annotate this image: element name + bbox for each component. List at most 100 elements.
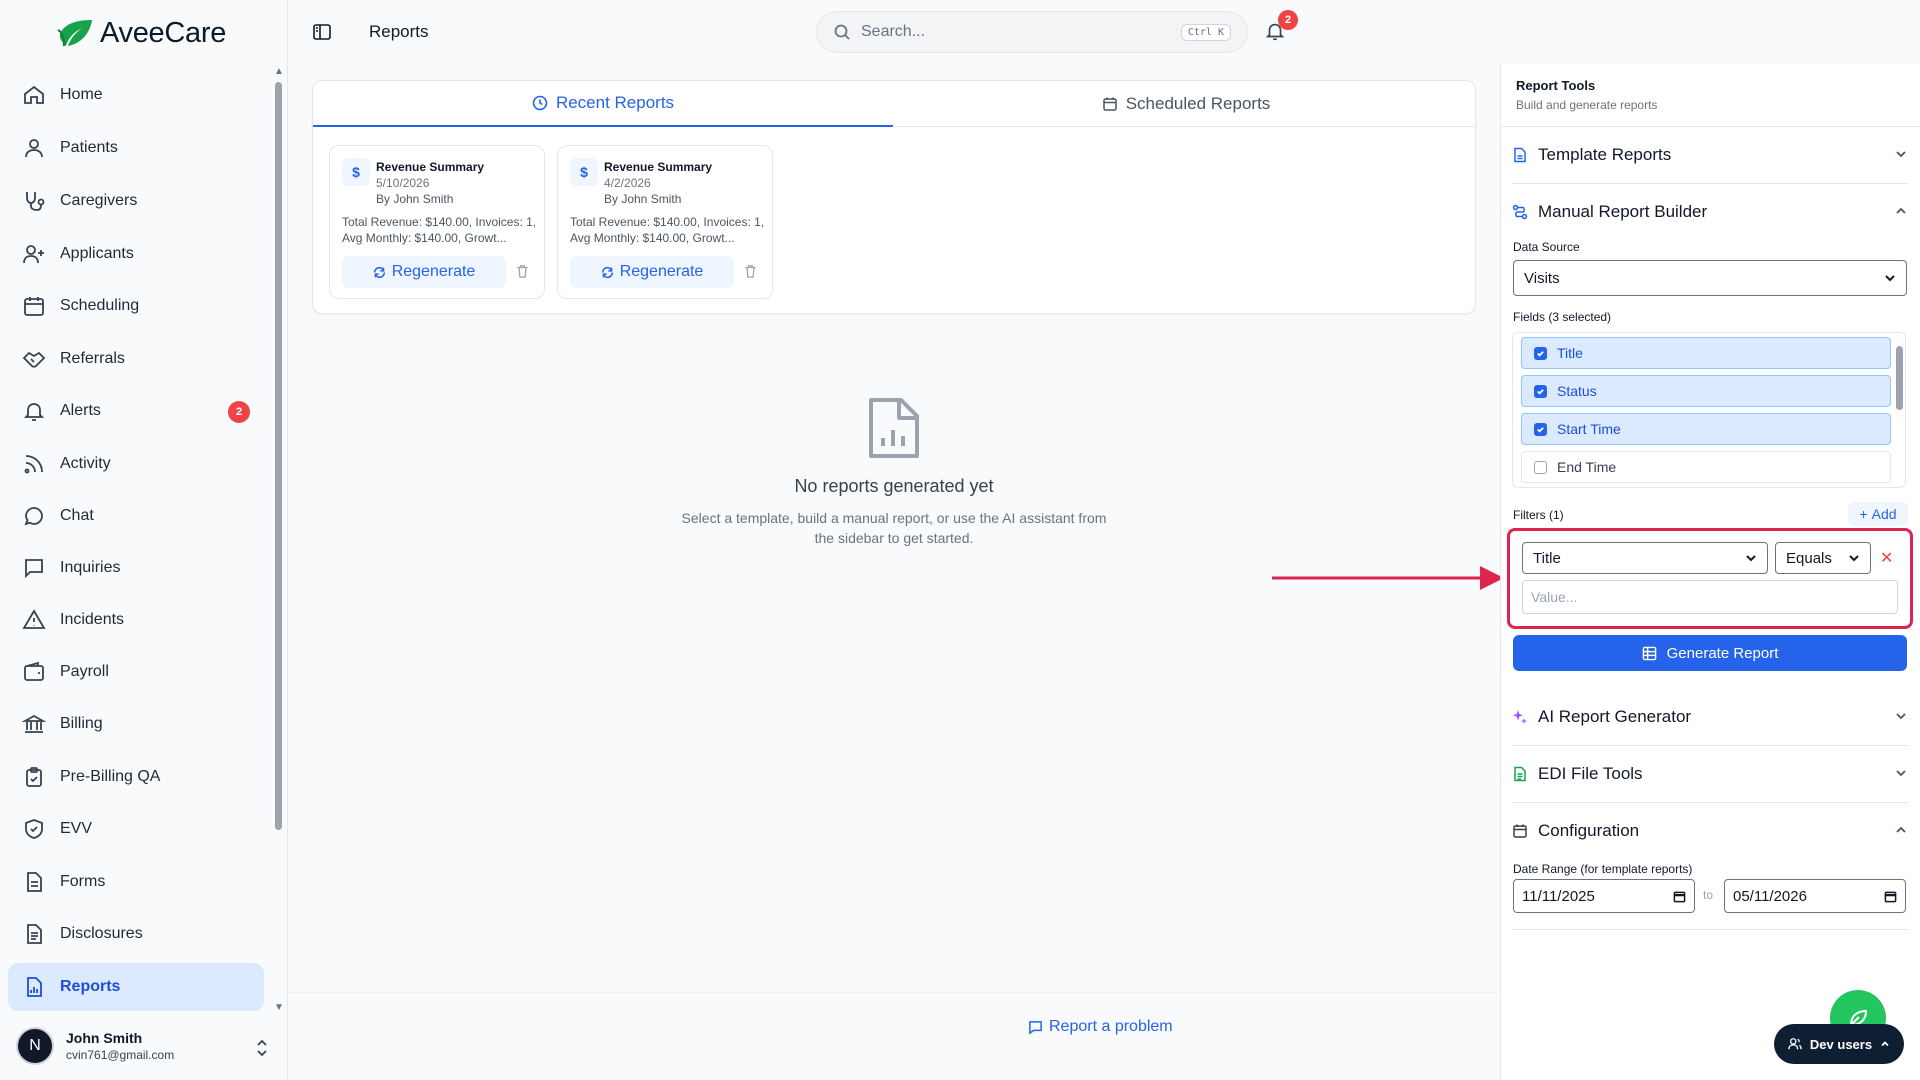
checkbox-checked-icon[interactable]: [1534, 422, 1547, 436]
shield-check-icon: [25, 819, 43, 839]
sidebar-item-pre-billing-qa[interactable]: Pre-Billing QA: [8, 753, 264, 801]
checkbox-checked-icon[interactable]: [1534, 384, 1547, 398]
sidebar-item-incidents[interactable]: Incidents: [8, 596, 264, 644]
sidebar-item-label: Payroll: [60, 663, 109, 680]
section-configuration[interactable]: Configuration: [1512, 811, 1908, 851]
calendar-icon: [24, 297, 44, 316]
field-option-label: End Time: [1557, 459, 1617, 475]
regenerate-button[interactable]: Regenerate: [570, 256, 734, 288]
sidebar-item-activity[interactable]: Activity: [8, 440, 264, 488]
calendar-picker-icon[interactable]: [1884, 890, 1897, 903]
date-range-to: to: [1703, 888, 1714, 902]
sidebar-item-billing[interactable]: Billing: [8, 700, 264, 748]
sidebar-item-label: Billing: [60, 715, 103, 732]
clock-icon: [532, 95, 548, 111]
add-filter-button[interactable]: + Add: [1848, 502, 1908, 526]
sidebar-item-label: Home: [60, 86, 103, 103]
generate-report-label: Generate Report: [1666, 644, 1779, 662]
sidebar-item-scheduling[interactable]: Scheduling: [8, 282, 264, 330]
brand-name: AveeCare: [100, 16, 227, 49]
remove-filter-icon[interactable]: ✕: [1880, 548, 1893, 568]
dev-users-button[interactable]: Dev users: [1774, 1024, 1904, 1064]
sidebar-toggle-icon[interactable]: [312, 22, 332, 42]
report-author: By John Smith: [376, 192, 454, 206]
report-summary: Total Revenue: $140.00, Invoices: 1, Avg…: [342, 215, 537, 245]
sidebar-item-evv[interactable]: EVV: [8, 805, 264, 853]
filter-value-input[interactable]: [1522, 580, 1898, 614]
sidebar-scrollbar-thumb[interactable]: [275, 82, 282, 830]
home-icon: [24, 85, 44, 104]
dev-users-label: Dev users: [1809, 1036, 1873, 1052]
refresh-icon: [373, 266, 385, 278]
users-icon: [1788, 1038, 1802, 1050]
section-edi-file-tools[interactable]: EDI File Tools: [1512, 754, 1908, 794]
empty-state-description: Select a template, build a manual report…: [681, 510, 1107, 546]
sidebar-item-label: Alerts: [60, 402, 101, 419]
regenerate-button[interactable]: Regenerate: [342, 256, 506, 288]
trash-icon[interactable]: [516, 264, 529, 278]
sidebar-item-inquiries[interactable]: Inquiries: [8, 544, 264, 592]
sidebar-item-disclosures[interactable]: Disclosures: [8, 910, 264, 958]
sidebar-item-alerts[interactable]: Alerts 2: [8, 387, 264, 435]
section-template-reports[interactable]: Template Reports: [1512, 135, 1908, 175]
field-option-status[interactable]: Status: [1521, 375, 1891, 407]
sidebar-item-payroll[interactable]: Payroll: [8, 648, 264, 696]
date-from-input[interactable]: 11/11/2025: [1513, 879, 1695, 913]
trash-icon[interactable]: [744, 264, 757, 278]
tab-label: Recent Reports: [555, 93, 675, 112]
sidebar-item-forms[interactable]: Forms: [8, 858, 264, 906]
search-placeholder: Search...: [861, 23, 926, 40]
field-option-label: Title: [1557, 345, 1583, 361]
alerts-count-badge: 2: [228, 401, 250, 423]
chevron-down-icon: [1885, 275, 1895, 282]
dollar-icon: $: [570, 158, 598, 186]
tab-scheduled-reports[interactable]: Scheduled Reports: [895, 81, 1477, 127]
message-flag-icon: [1029, 1020, 1042, 1035]
filter-field-select[interactable]: Title: [1522, 542, 1768, 574]
filter-operator-select[interactable]: Equals: [1775, 542, 1871, 574]
sidebar-item-home[interactable]: Home: [8, 71, 264, 119]
fields-scrollbar-thumb[interactable]: [1896, 346, 1903, 410]
sidebar-item-caregivers[interactable]: Caregivers: [8, 177, 264, 225]
chevron-down-icon: [1746, 555, 1756, 562]
chevron-up-icon: [1896, 207, 1906, 214]
chevron-up-icon: [1881, 1041, 1889, 1047]
sidebar-item-chat[interactable]: Chat: [8, 492, 264, 540]
divider: [1500, 126, 1920, 127]
generate-report-button[interactable]: Generate Report: [1513, 635, 1907, 671]
sparkles-icon: [1513, 710, 1527, 724]
field-option-start-time[interactable]: Start Time: [1521, 413, 1891, 445]
scroll-down-arrow-icon[interactable]: ▼: [274, 1002, 284, 1013]
field-option-end-time[interactable]: End Time: [1521, 451, 1891, 483]
scroll-up-arrow-icon[interactable]: ▲: [274, 66, 284, 77]
sidebar-item-label: EVV: [60, 820, 93, 837]
section-label: EDI File Tools: [1538, 764, 1643, 783]
chevron-up-down-icon[interactable]: [254, 1038, 270, 1058]
checkbox-checked-icon[interactable]: [1534, 346, 1547, 360]
chevron-down-icon: [1849, 555, 1859, 562]
calendar-picker-icon[interactable]: [1673, 890, 1686, 903]
app-logo[interactable]: AveeCare: [56, 14, 226, 52]
chat-bubble-icon: [24, 507, 43, 526]
sidebar-item-label: Referrals: [60, 350, 125, 367]
search-input[interactable]: Search... Ctrl K: [816, 11, 1248, 53]
sidebar-item-applicants[interactable]: Applicants: [8, 230, 264, 278]
date-range-label: Date Range (for template reports): [1513, 862, 1693, 876]
sidebar-item-referrals[interactable]: Referrals: [8, 335, 264, 383]
tab-recent-reports[interactable]: Recent Reports: [313, 81, 893, 127]
report-card: $ Revenue Summary 4/2/2026 By John Smith…: [557, 145, 773, 299]
calendar-icon: [1513, 824, 1527, 838]
checkbox-unchecked-icon[interactable]: [1534, 460, 1547, 474]
sidebar-item-patients[interactable]: Patients: [8, 124, 264, 172]
data-source-value: Visits: [1524, 269, 1560, 287]
report-problem-link[interactable]: Report a problem: [1028, 1018, 1173, 1036]
section-manual-report-builder[interactable]: Manual Report Builder: [1512, 192, 1908, 232]
date-to-input[interactable]: 05/11/2026: [1724, 879, 1906, 913]
section-ai-report-generator[interactable]: AI Report Generator: [1512, 697, 1908, 737]
file-list-icon: [27, 924, 42, 944]
file-green-icon: [1514, 766, 1526, 782]
sidebar-item-reports[interactable]: Reports: [8, 963, 264, 1011]
data-source-select[interactable]: Visits: [1513, 260, 1907, 296]
user-menu[interactable]: N John Smith cvin761@gmail.com: [16, 1022, 276, 1070]
field-option-title[interactable]: Title: [1521, 337, 1891, 369]
